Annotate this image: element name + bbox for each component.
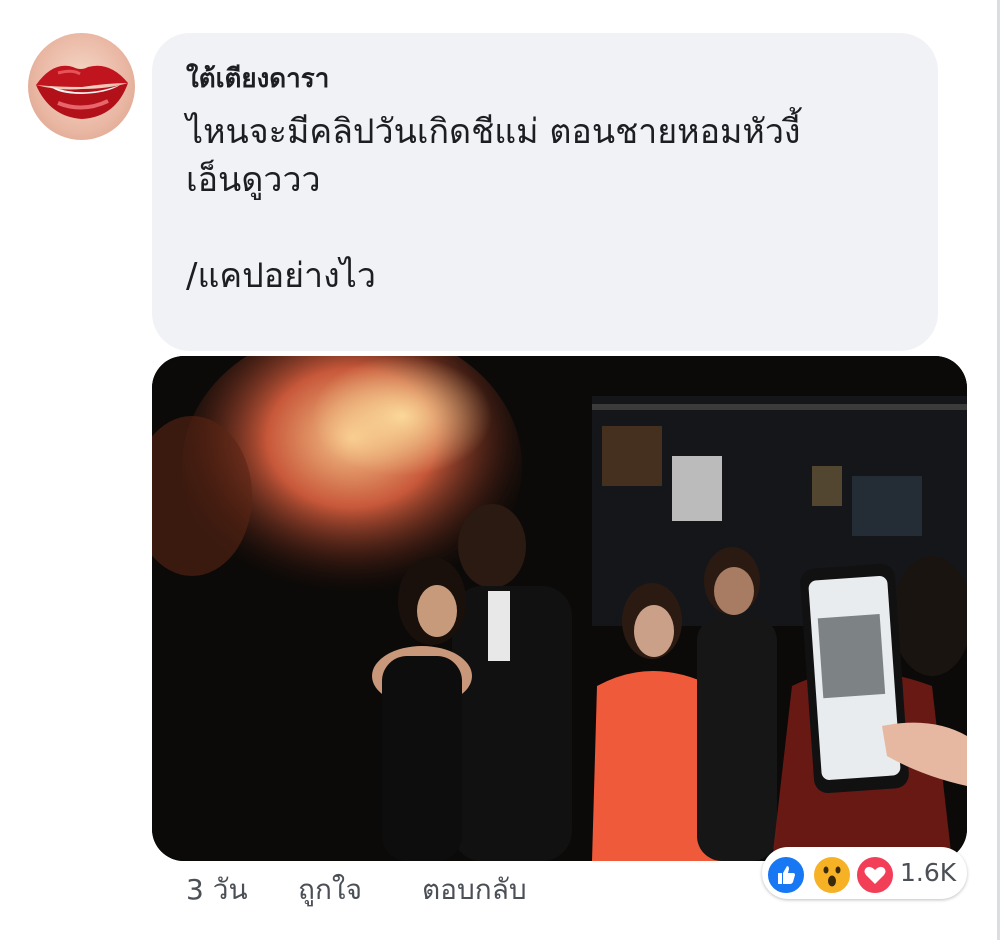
wow-icon — [812, 855, 852, 895]
comment-timestamp[interactable]: 3 วัน — [186, 868, 248, 912]
reply-button[interactable]: ตอบกลับ — [422, 868, 527, 912]
reaction-count: 1.6K — [900, 858, 957, 887]
comment-photo[interactable] — [152, 356, 967, 861]
like-button[interactable]: ถูกใจ — [298, 868, 362, 912]
like-icon — [766, 855, 806, 895]
love-icon — [855, 855, 895, 895]
comment-author[interactable]: ใต้เตียงดารา — [186, 58, 329, 99]
lips-image — [36, 65, 128, 119]
party-photo-image — [152, 356, 967, 861]
comment-text: ไหนจะมีคลิปวันเกิดชีแม่ ตอนชายหอมหัวงี้ … — [186, 112, 801, 296]
avatar[interactable] — [28, 33, 135, 140]
reactions-summary[interactable]: 1.6K — [762, 847, 967, 899]
